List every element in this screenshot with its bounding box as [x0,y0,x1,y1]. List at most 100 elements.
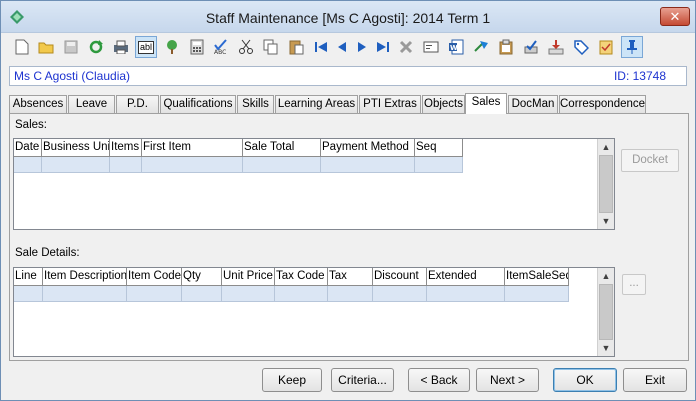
table-row[interactable] [14,157,463,173]
scroll-down-icon[interactable]: ▼ [598,213,614,229]
table-cell[interactable] [321,157,415,173]
tab-docman[interactable]: DocMan [508,95,558,113]
table-cell[interactable] [427,286,505,302]
sale-details-grid-header: Line Item Description Item Code Qty Unit… [14,268,569,286]
tab-objects[interactable]: Objects [422,95,465,113]
delete-icon[interactable] [395,36,417,58]
tab-strip: Absences Leave P.D. Qualifications Skill… [9,93,689,114]
column-header[interactable]: Payment Method [321,139,415,157]
column-header[interactable]: Tax [328,268,373,286]
sales-scrollbar[interactable]: ▲ ▼ [597,139,614,229]
docket-button[interactable]: Docket [621,149,679,172]
next-button[interactable]: Next > [476,368,539,392]
tab-qualifications[interactable]: Qualifications [160,95,236,113]
table-cell[interactable] [373,286,427,302]
table-cell[interactable] [415,157,463,173]
column-header[interactable]: Tax Code [275,268,328,286]
tab-sales[interactable]: Sales [465,93,507,114]
column-header[interactable]: ItemSaleSeq [505,268,569,286]
tag-icon[interactable] [570,36,592,58]
tab-absences[interactable]: Absences [9,95,67,113]
table-cell[interactable] [328,286,373,302]
tab-pti-extras[interactable]: PTI Extras [359,95,421,113]
scroll-up-icon[interactable]: ▲ [598,268,614,284]
tab-leave[interactable]: Leave [68,95,115,113]
download-icon[interactable] [545,36,567,58]
column-header[interactable]: Discount [373,268,427,286]
svg-text:ABC: ABC [214,49,226,55]
column-header[interactable]: Item Code [127,268,182,286]
cut-icon[interactable] [235,36,257,58]
sale-details-grid[interactable]: Line Item Description Item Code Qty Unit… [13,267,615,357]
scroll-thumb[interactable] [599,155,613,213]
table-cell[interactable] [222,286,275,302]
table-cell[interactable] [42,157,110,173]
column-header[interactable]: Item Description [43,268,127,286]
table-cell[interactable] [142,157,243,173]
close-button[interactable]: ✕ [660,7,690,26]
save-icon[interactable] [60,36,82,58]
tree-icon[interactable] [161,36,183,58]
spellcheck-icon[interactable]: ABC [210,36,232,58]
table-cell[interactable] [182,286,222,302]
first-record-icon[interactable] [310,36,332,58]
calculator-icon[interactable] [186,36,208,58]
column-header[interactable]: Line [14,268,43,286]
details-ellipsis-button[interactable]: ... [622,274,646,295]
table-cell[interactable] [275,286,328,302]
refresh-icon[interactable] [85,36,107,58]
criteria-button[interactable]: Criteria... [331,368,394,392]
window-title: Staff Maintenance [Ms C Agosti]: 2014 Te… [205,10,491,26]
pin-icon[interactable] [621,36,643,58]
sales-grid-header: Date Business Unit Items First Item Sale… [14,139,463,157]
last-record-icon[interactable] [372,36,394,58]
tab-learning-areas[interactable]: Learning Areas [275,95,358,113]
column-header[interactable]: Date [14,139,42,157]
table-row[interactable] [14,286,569,302]
copy-icon[interactable] [260,36,282,58]
table-cell[interactable] [243,157,321,173]
column-header[interactable]: Unit Price [222,268,275,286]
arrow-right-icon[interactable] [470,36,492,58]
clipboard-icon[interactable] [495,36,517,58]
next-record-icon[interactable] [351,36,373,58]
sales-grid[interactable]: Date Business Unit Items First Item Sale… [13,138,615,230]
scroll-down-icon[interactable]: ▼ [598,340,614,356]
exit-button[interactable]: Exit [623,368,687,392]
table-cell[interactable] [43,286,127,302]
new-icon[interactable] [11,36,33,58]
back-button[interactable]: < Back [408,368,470,392]
column-header[interactable]: Business Unit [42,139,110,157]
column-header[interactable]: Seq [415,139,463,157]
column-header[interactable]: Sale Total [243,139,321,157]
word-icon[interactable]: W [445,36,467,58]
approve-icon[interactable] [520,36,542,58]
ok-button[interactable]: OK [553,368,617,392]
staff-id: ID: 13748 [613,69,666,83]
keep-button[interactable]: Keep [262,368,322,392]
sales-tab-panel: Sales: Date Business Unit Items First It… [9,113,689,361]
previous-record-icon[interactable] [331,36,353,58]
table-cell[interactable] [14,286,43,302]
scroll-thumb[interactable] [599,284,613,340]
print-icon[interactable] [110,36,132,58]
table-cell[interactable] [505,286,569,302]
card-icon[interactable] [420,36,442,58]
sale-details-scrollbar[interactable]: ▲ ▼ [597,268,614,356]
column-header[interactable]: First Item [142,139,243,157]
table-cell[interactable] [110,157,142,173]
open-folder-icon[interactable] [35,36,57,58]
text-field-icon[interactable]: abl [135,36,157,58]
column-header[interactable]: Items [110,139,142,157]
tab-correspondence[interactable]: Correspondence [559,95,646,113]
checklist-icon[interactable] [595,36,617,58]
tab-pd[interactable]: P.D. [116,95,159,113]
table-cell[interactable] [127,286,182,302]
table-cell[interactable] [14,157,42,173]
scroll-up-icon[interactable]: ▲ [598,139,614,155]
column-header[interactable]: Extended [427,268,505,286]
column-header[interactable]: Qty [182,268,222,286]
tab-skills[interactable]: Skills [237,95,274,113]
staff-name: Ms C Agosti (Claudia) [14,69,131,83]
paste-icon[interactable] [285,36,307,58]
